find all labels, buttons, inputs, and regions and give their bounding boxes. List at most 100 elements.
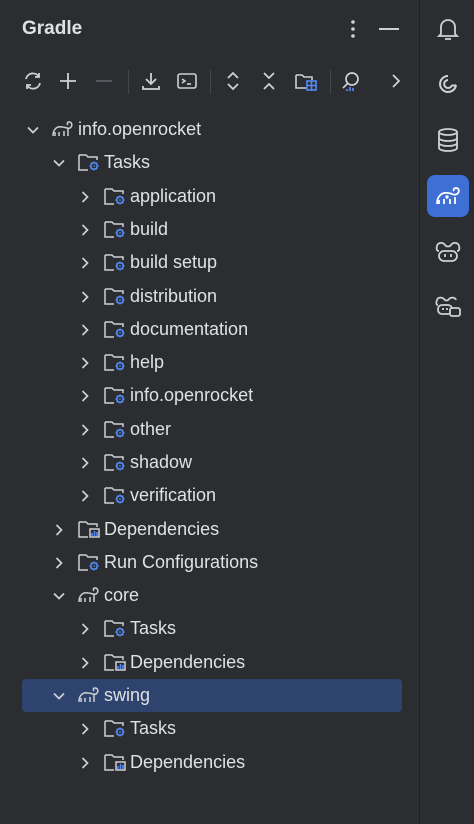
database-icon xyxy=(438,128,458,152)
chevron-right-icon[interactable] xyxy=(51,555,67,571)
tool-window-header: Gradle xyxy=(0,0,419,60)
database-button[interactable] xyxy=(427,119,469,161)
tree-node[interactable]: build setup xyxy=(0,246,419,279)
tree-node-label: Run Configurations xyxy=(104,552,259,572)
copilot-chat-button[interactable] xyxy=(427,286,469,328)
chevron-down-icon[interactable] xyxy=(51,688,67,704)
tree-node[interactable]: Dependencies xyxy=(0,746,419,779)
tree-node[interactable]: Tasks xyxy=(0,146,419,179)
chevron-right-icon[interactable] xyxy=(77,189,93,205)
folder-gear-icon xyxy=(77,150,101,174)
tree-node[interactable]: Tasks xyxy=(0,612,419,645)
execute-task-button[interactable] xyxy=(172,66,202,96)
chevron-down-icon[interactable] xyxy=(51,155,67,171)
tree-node[interactable]: other xyxy=(0,413,419,446)
tree-node[interactable]: build xyxy=(0,213,419,246)
tree-node-label: Tasks xyxy=(104,152,151,172)
chevron-right-icon[interactable] xyxy=(77,322,93,338)
tree-node-label: documentation xyxy=(130,319,249,339)
chevron-right-icon[interactable] xyxy=(77,255,93,271)
chevron-down-icon[interactable] xyxy=(51,588,67,604)
expand-all-icon xyxy=(227,71,239,91)
add-button[interactable] xyxy=(53,66,83,96)
options-menu-button[interactable] xyxy=(340,16,366,42)
tree-node[interactable]: info.openrocket xyxy=(0,379,419,412)
minimize-icon xyxy=(379,28,399,30)
tree-node[interactable]: help xyxy=(0,346,419,379)
folder-gear-icon xyxy=(77,550,101,574)
chevron-right-icon[interactable] xyxy=(77,455,93,471)
gradle-elephant-icon xyxy=(77,583,101,607)
tree-node[interactable]: Dependencies xyxy=(0,646,419,679)
chevron-right-icon[interactable] xyxy=(51,522,67,538)
reload-button[interactable] xyxy=(18,66,48,96)
tree-node-label: info.openrocket xyxy=(78,119,202,139)
tree-node-label: core xyxy=(104,585,140,605)
tree-node[interactable]: core xyxy=(0,579,419,612)
analyze-dependencies-button[interactable] xyxy=(336,66,366,96)
gradle-elephant-icon xyxy=(77,683,101,707)
remove-button[interactable] xyxy=(89,66,119,96)
toolbar-separator xyxy=(128,70,129,94)
tree-node-label: Dependencies xyxy=(104,519,220,539)
tree-node-label: help xyxy=(130,352,165,372)
analyze-dependencies-icon xyxy=(342,72,359,91)
copilot-button[interactable] xyxy=(427,231,469,273)
folder-gear-icon xyxy=(103,317,127,341)
chevron-right-icon[interactable] xyxy=(77,422,93,438)
group-modules-button[interactable] xyxy=(291,66,321,96)
tree-node-label: Tasks xyxy=(130,618,177,638)
vertical-dots-icon xyxy=(351,20,355,38)
tree-node[interactable]: Run Configurations xyxy=(0,546,419,579)
reload-icon xyxy=(25,72,41,90)
notifications-button[interactable] xyxy=(427,8,469,50)
chevron-right-icon[interactable] xyxy=(77,721,93,737)
chevron-right-icon[interactable] xyxy=(77,355,93,371)
folder-gear-icon xyxy=(103,383,127,407)
gradle-tool-button[interactable] xyxy=(427,175,469,217)
tree-node[interactable]: application xyxy=(0,180,419,213)
tree-node[interactable]: shadow xyxy=(0,446,419,479)
tree-node[interactable]: Dependencies xyxy=(0,513,419,546)
chevron-down-icon[interactable] xyxy=(25,122,41,138)
chevron-right-icon[interactable] xyxy=(77,388,93,404)
tree-node[interactable]: swing xyxy=(22,679,402,712)
more-chevron-icon xyxy=(392,74,401,88)
tree-node[interactable]: documentation xyxy=(0,313,419,346)
chevron-right-icon[interactable] xyxy=(77,222,93,238)
collapse-all-icon xyxy=(263,72,275,90)
chevron-right-icon[interactable] xyxy=(77,755,93,771)
download-sources-icon xyxy=(142,73,160,90)
tree-node-label: build setup xyxy=(130,252,218,272)
gradle-toolbar xyxy=(0,62,419,102)
folder-gear-icon xyxy=(103,450,127,474)
copilot-icon xyxy=(435,241,461,262)
tree-node[interactable]: Tasks xyxy=(0,712,419,745)
gradle-tool-window: Gradle info.openrocket Tasks application… xyxy=(0,0,419,824)
more-toolbar-button[interactable] xyxy=(381,66,411,96)
hide-button[interactable] xyxy=(376,16,402,42)
folder-gear-icon xyxy=(103,417,127,441)
folder-gear-icon xyxy=(103,250,127,274)
remove-icon xyxy=(96,80,112,82)
chevron-right-icon[interactable] xyxy=(77,655,93,671)
tool-window-title: Gradle xyxy=(22,18,83,39)
collapse-all-button[interactable] xyxy=(254,66,284,96)
folder-gear-icon xyxy=(103,350,127,374)
folder-gear-icon xyxy=(103,284,127,308)
tree-node[interactable]: distribution xyxy=(0,280,419,313)
chevron-right-icon[interactable] xyxy=(77,289,93,305)
ai-assistant-button[interactable] xyxy=(427,63,469,105)
chevron-right-icon[interactable] xyxy=(77,621,93,637)
tree-node[interactable]: info.openrocket xyxy=(0,113,419,146)
tree-node-label: Dependencies xyxy=(130,652,246,672)
tree-node[interactable]: verification xyxy=(0,479,419,512)
tree-node-label: distribution xyxy=(130,286,218,306)
download-sources-button[interactable] xyxy=(136,66,166,96)
tree-node-label: other xyxy=(130,419,172,439)
toolbar-separator xyxy=(330,70,331,94)
folder-gear-icon xyxy=(103,184,127,208)
chevron-right-icon[interactable] xyxy=(77,488,93,504)
expand-all-button[interactable] xyxy=(218,66,248,96)
tree-node-label: application xyxy=(130,186,217,206)
